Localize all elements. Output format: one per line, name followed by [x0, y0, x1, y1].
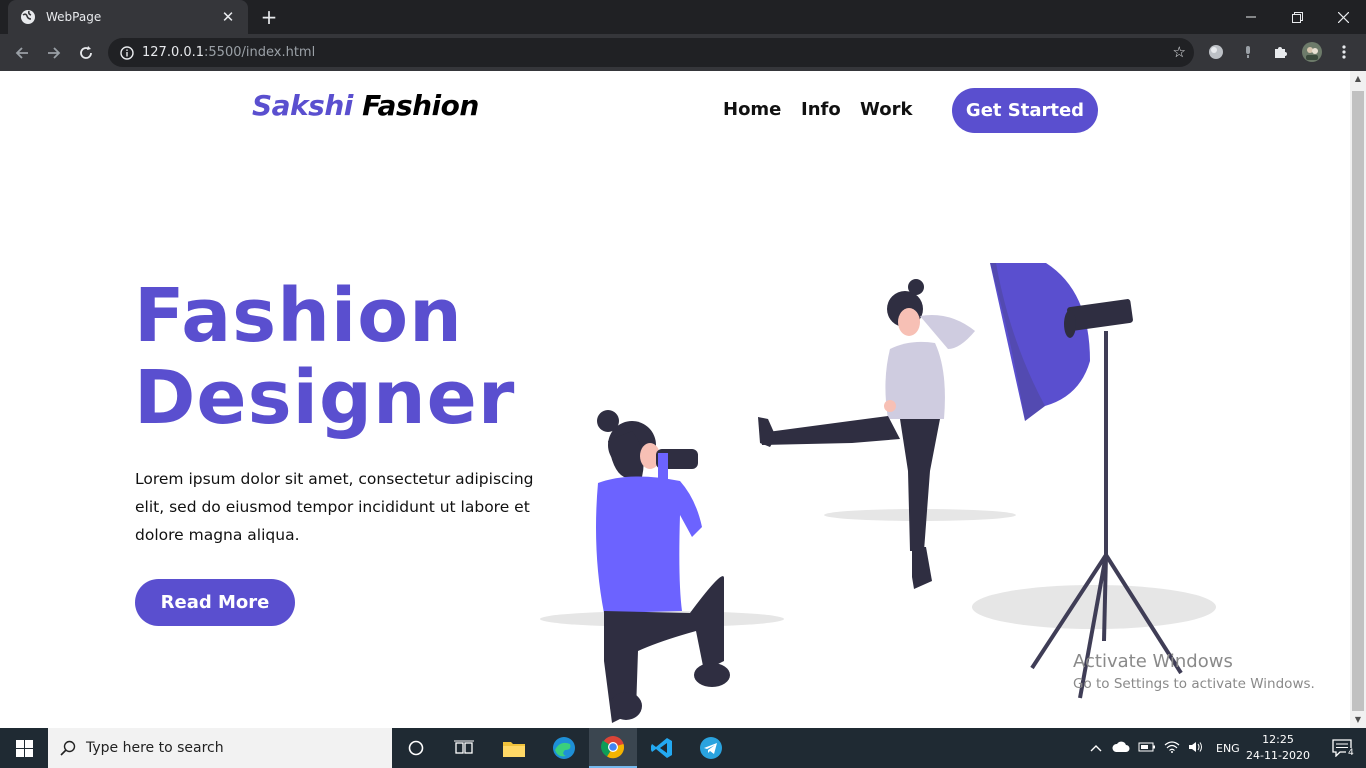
cloud-icon[interactable]	[1112, 741, 1130, 756]
hero-title-line2: Designer	[134, 355, 516, 441]
windows-start-icon[interactable]	[0, 728, 48, 768]
hero-description: Lorem ipsum dolor sit amet, consectetur …	[135, 470, 534, 544]
url-path: :5500/index.html	[204, 45, 316, 60]
taskbar-clock[interactable]: 12:25 24-11-2020	[1246, 732, 1310, 764]
file-explorer-icon[interactable]	[490, 728, 538, 768]
search-placeholder: Type here to search	[86, 740, 224, 756]
volume-icon[interactable]	[1188, 741, 1204, 756]
logo-part1: Sakshi	[252, 89, 353, 122]
activate-windows-subtitle: Go to Settings to activate Windows.	[1073, 676, 1315, 692]
task-view-icon[interactable]	[440, 728, 488, 768]
restore-icon[interactable]	[1274, 0, 1320, 34]
chrome-icon[interactable]	[589, 728, 637, 768]
activate-windows-watermark: Activate Windows Go to Settings to activ…	[1073, 651, 1315, 692]
scroll-down-icon[interactable]: ▼	[1350, 712, 1366, 728]
kebab-menu-icon[interactable]	[1334, 42, 1354, 62]
clock-time: 12:25	[1262, 733, 1294, 746]
clock-date: 24-11-2020	[1246, 749, 1310, 762]
puzzle-icon[interactable]	[1270, 42, 1290, 62]
battery-icon[interactable]	[1138, 741, 1156, 756]
page-viewport: Sakshi Fashion Home Info Work Get Starte…	[0, 71, 1350, 728]
windows-taskbar: Type here to search ENG 12:25 24-11-2020…	[0, 728, 1366, 768]
edge-icon[interactable]	[540, 728, 588, 768]
logo-part2: Fashion	[362, 89, 479, 122]
read-more-button[interactable]: Read More	[135, 579, 295, 626]
browser-tab[interactable]: WebPage ✕	[8, 0, 248, 34]
language-indicator[interactable]: ENG	[1216, 742, 1240, 755]
minimize-icon[interactable]	[1228, 0, 1274, 34]
scrollbar-thumb[interactable]	[1352, 91, 1364, 711]
bookmark-star-icon[interactable]: ☆	[1173, 43, 1186, 61]
browser-tab-bar: WebPage ✕ +	[0, 0, 1366, 34]
hero-title-line1: Fashion	[134, 273, 463, 359]
notification-count: 4	[1346, 748, 1356, 758]
taskbar-search-box[interactable]: Type here to search	[48, 728, 392, 768]
page-scrollbar[interactable]: ▲ ▼	[1350, 71, 1366, 728]
nav-home[interactable]: Home	[723, 99, 781, 120]
telegram-icon[interactable]	[687, 728, 735, 768]
chevron-up-icon[interactable]	[1090, 742, 1102, 755]
globe-icon	[21, 10, 35, 24]
extension-mic-icon[interactable]	[1238, 42, 1258, 62]
close-window-icon[interactable]	[1320, 0, 1366, 34]
info-icon[interactable]	[120, 45, 134, 60]
scroll-up-icon[interactable]: ▲	[1350, 71, 1366, 87]
nav-info[interactable]: Info	[801, 99, 841, 120]
system-tray: ENG	[1090, 728, 1240, 768]
cortana-icon[interactable]	[392, 728, 440, 768]
url-host: 127.0.0.1	[142, 45, 205, 60]
search-icon	[60, 740, 76, 756]
hero-title: Fashion Designer	[134, 275, 515, 439]
reload-icon[interactable]	[72, 39, 100, 67]
close-tab-icon[interactable]: ✕	[218, 8, 238, 26]
nav-work[interactable]: Work	[860, 99, 912, 120]
extension-globe-icon[interactable]	[1206, 42, 1226, 62]
address-bar[interactable]: 127.0.0.1:5500/index.html ☆	[108, 38, 1194, 67]
get-started-button[interactable]: Get Started	[952, 88, 1098, 133]
forward-icon[interactable]	[40, 39, 68, 67]
profile-avatar[interactable]	[1302, 42, 1322, 62]
activate-windows-title: Activate Windows	[1073, 651, 1233, 672]
back-icon[interactable]	[8, 39, 36, 67]
tab-title: WebPage	[46, 10, 102, 24]
wifi-icon[interactable]	[1164, 740, 1180, 756]
new-tab-button[interactable]: +	[256, 5, 282, 31]
site-logo[interactable]: Sakshi Fashion	[252, 89, 479, 122]
vscode-icon[interactable]	[638, 728, 686, 768]
browser-toolbar: 127.0.0.1:5500/index.html ☆	[0, 34, 1366, 71]
notification-center-icon[interactable]: 4	[1318, 728, 1366, 768]
photoshoot-illustration	[540, 263, 1216, 723]
